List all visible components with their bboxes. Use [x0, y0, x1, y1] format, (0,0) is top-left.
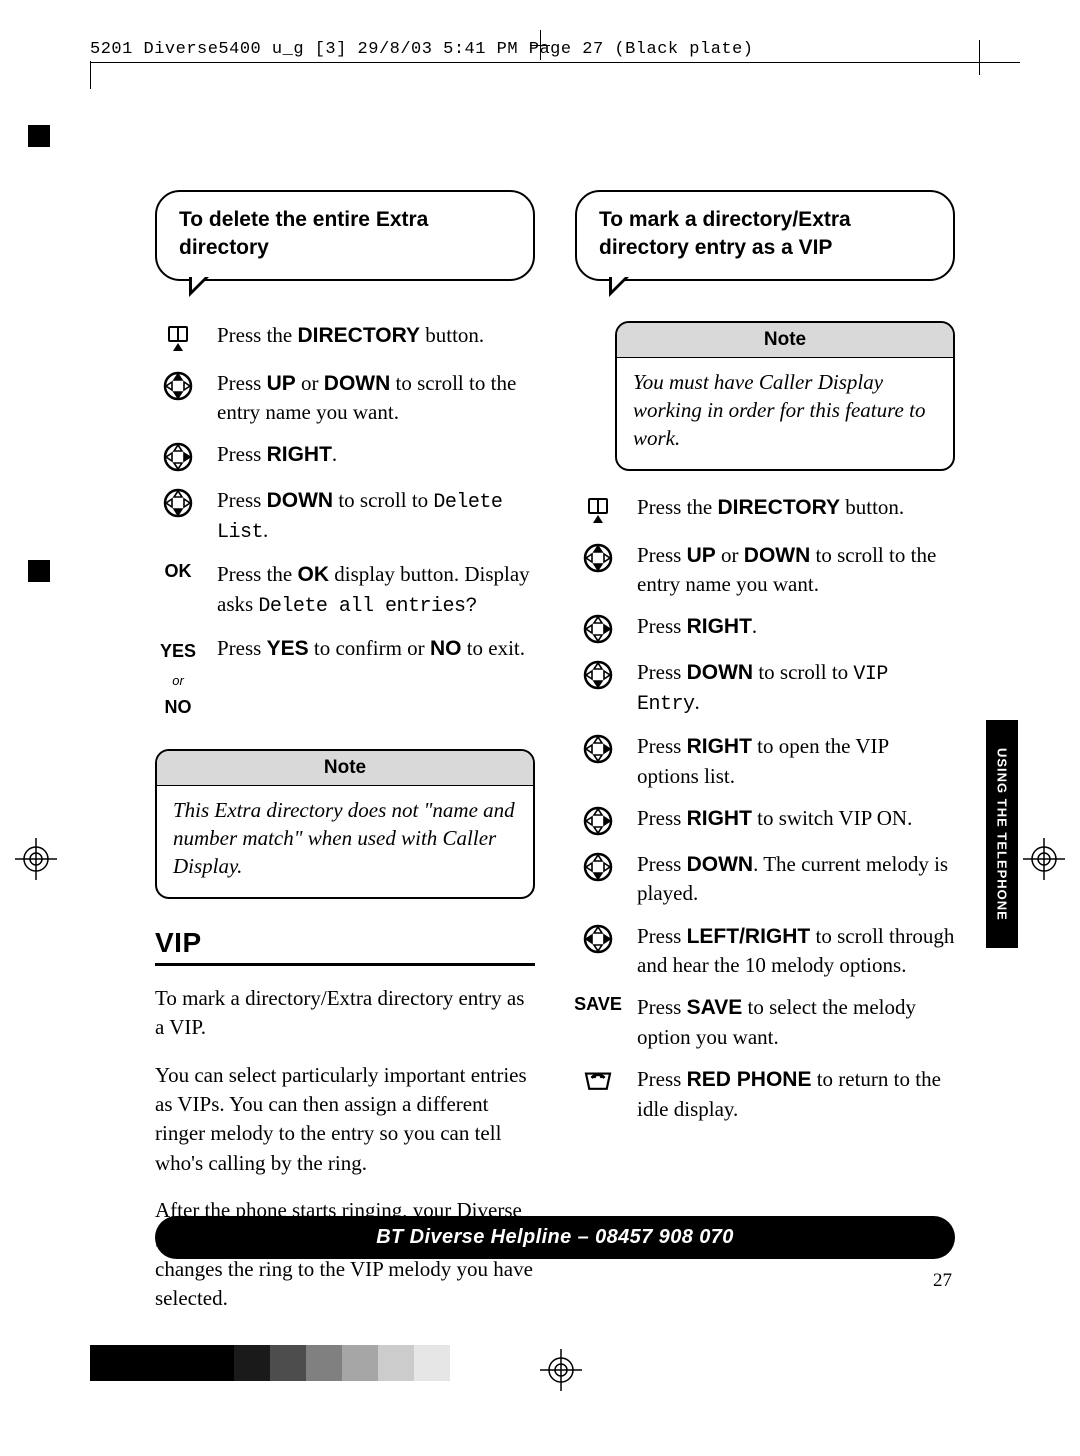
- nav-d-icon: [575, 658, 621, 690]
- nav-r-icon: [575, 732, 621, 764]
- note-box: Note You must have Caller Display workin…: [615, 321, 955, 471]
- step-text: Press RIGHT.: [637, 612, 955, 641]
- step-row: Press RIGHT to switch VIP ON.: [575, 804, 955, 836]
- nav-r-icon: [155, 440, 201, 472]
- step-text: Press DOWN. The current melody is played…: [637, 850, 955, 908]
- step-row: Press RIGHT to open the VIP options list…: [575, 732, 955, 790]
- left-column: To delete the entire Extra directory Pre…: [155, 190, 535, 1332]
- key-label: YESorNO: [155, 634, 201, 721]
- step-text: Press UP or DOWN to scroll to the entry …: [217, 369, 535, 427]
- helpline-text: BT Diverse Helpline – 08457 908 070: [376, 1226, 734, 1248]
- step-row: Press DOWN. The current melody is played…: [575, 850, 955, 908]
- book-icon: [155, 321, 201, 355]
- step-row: OK Press the OK display button. Display a…: [155, 560, 535, 619]
- step-text: Press the OK display button. Display ask…: [217, 560, 535, 619]
- step-row: Press DOWN to scroll to Delete List.: [155, 486, 535, 546]
- crop-tick: [979, 40, 980, 75]
- steps-list: Press the DIRECTORY button. Press UP or …: [575, 493, 955, 1123]
- step-text: Press DOWN to scroll to VIP Entry.: [637, 658, 955, 718]
- nav-ud-icon: [155, 369, 201, 401]
- note-box: Note This Extra directory does not "name…: [155, 749, 535, 899]
- crop-tick: [90, 61, 91, 89]
- crop-mark-top: [540, 30, 541, 60]
- section-tab-label: USING THE TELEPHONE: [995, 748, 1010, 921]
- registration-mark-icon: [15, 838, 57, 880]
- nav-lr-icon: [575, 922, 621, 954]
- step-text: Press UP or DOWN to scroll to the entry …: [637, 541, 955, 599]
- step-row: Press UP or DOWN to scroll to the entry …: [575, 541, 955, 599]
- callout-tail-icon: [609, 277, 629, 297]
- registration-mark-icon: [540, 1349, 582, 1396]
- step-text: Press RIGHT.: [217, 440, 535, 469]
- nav-ud-icon: [575, 541, 621, 573]
- nav-r-icon: [575, 804, 621, 836]
- callout-delete-directory: To delete the entire Extra directory: [155, 190, 535, 281]
- step-text: Press RIGHT to switch VIP ON.: [637, 804, 955, 833]
- paragraph: You can select particularly important en…: [155, 1061, 535, 1179]
- step-row: Press RED PHONE to return to the idle di…: [575, 1065, 955, 1123]
- step-row: YESorNO Press YES to confirm or NO to exi…: [155, 634, 535, 721]
- step-text: Press YES to confirm or NO to exit.: [217, 634, 535, 663]
- bleed-marker: [28, 560, 50, 582]
- note-body: This Extra directory does not "name and …: [157, 786, 533, 897]
- step-row: Press UP or DOWN to scroll to the entry …: [155, 369, 535, 427]
- step-text: Press DOWN to scroll to Delete List.: [217, 486, 535, 546]
- registration-mark-icon: [1023, 838, 1065, 880]
- step-text: Press SAVE to select the melody option y…: [637, 993, 955, 1051]
- page-number: 27: [933, 1270, 952, 1292]
- step-text: Press LEFT/RIGHT to scroll through and h…: [637, 922, 955, 980]
- note-title: Note: [617, 323, 953, 358]
- manual-page: 5201 Diverse5400 u_g [3] 29/8/03 5:41 PM…: [0, 0, 1080, 1456]
- step-row: Press RIGHT.: [155, 440, 535, 472]
- step-text: Press the DIRECTORY button.: [217, 321, 535, 350]
- print-slug: 5201 Diverse5400 u_g [3] 29/8/03 5:41 PM…: [90, 40, 1020, 59]
- note-title: Note: [157, 751, 533, 786]
- step-text: Press RED PHONE to return to the idle di…: [637, 1065, 955, 1123]
- bleed-marker: [28, 125, 50, 147]
- step-text: Press RIGHT to open the VIP options list…: [637, 732, 955, 790]
- paragraph: To mark a directory/Extra directory entr…: [155, 984, 535, 1043]
- step-text: Press the DIRECTORY button.: [637, 493, 955, 522]
- key-label: OK: [155, 560, 201, 582]
- book-icon: [575, 493, 621, 527]
- step-row: Press the DIRECTORY button.: [155, 321, 535, 355]
- slug-rule: [90, 62, 1020, 63]
- step-row: Press the DIRECTORY button.: [575, 493, 955, 527]
- callout-mark-vip: To mark a directory/Extra directory entr…: [575, 190, 955, 281]
- slug-text: 5201 Diverse5400 u_g [3] 29/8/03 5:41 PM…: [90, 40, 754, 59]
- step-row: Press LEFT/RIGHT to scroll through and h…: [575, 922, 955, 980]
- content-columns: To delete the entire Extra directory Pre…: [155, 190, 955, 1332]
- nav-d-icon: [155, 486, 201, 518]
- right-column: To mark a directory/Extra directory entr…: [575, 190, 955, 1332]
- steps-list: Press the DIRECTORY button. Press UP or …: [155, 321, 535, 721]
- nav-r-icon: [575, 612, 621, 644]
- section-heading-vip: VIP: [155, 927, 535, 966]
- note-body: You must have Caller Display working in …: [617, 358, 953, 469]
- key-label: SAVE: [575, 993, 621, 1015]
- step-row: SAVE Press SAVE to select the melody opti…: [575, 993, 955, 1051]
- step-row: Press RIGHT.: [575, 612, 955, 644]
- nav-d-icon: [575, 850, 621, 882]
- callout-text: To mark a directory/Extra directory entr…: [599, 208, 851, 259]
- callout-tail-icon: [189, 277, 209, 297]
- callout-text: To delete the entire Extra directory: [179, 208, 428, 259]
- phone-icon: [575, 1065, 621, 1091]
- section-tab: USING THE TELEPHONE: [986, 720, 1018, 948]
- greyscale-bar: [90, 1345, 450, 1381]
- step-row: Press DOWN to scroll to VIP Entry.: [575, 658, 955, 718]
- body-text: To mark a directory/Extra directory entr…: [155, 984, 535, 1314]
- helpline-bar: BT Diverse Helpline – 08457 908 070: [155, 1216, 955, 1259]
